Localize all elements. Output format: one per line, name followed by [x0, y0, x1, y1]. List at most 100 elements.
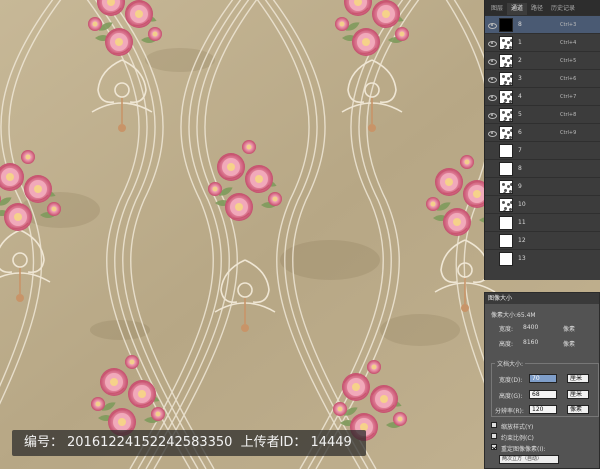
channel-name: 6	[518, 129, 522, 136]
channel-thumbnail	[499, 71, 513, 86]
channel-name: 7	[518, 147, 522, 154]
doc-height-unit-select[interactable]: 厘米	[567, 390, 589, 399]
channel-thumbnail	[499, 161, 513, 176]
channel-thumbnail	[499, 251, 513, 266]
resolution-label: 分辨率(R):	[495, 408, 524, 415]
channel-shortcut: Ctrl+9	[560, 129, 577, 136]
visibility-eye-icon[interactable]	[488, 58, 497, 65]
channel-name: 9	[518, 183, 522, 190]
visibility-eye-icon[interactable]	[488, 220, 496, 226]
pixel-dimensions-label: 像素大小:65.4M	[491, 312, 536, 319]
watermark-id-label: 编号：	[24, 435, 64, 450]
channel-row[interactable]: 7	[485, 141, 600, 159]
visibility-eye-icon[interactable]	[488, 94, 497, 101]
channel-name: 8	[518, 21, 522, 28]
channel-row[interactable]: 9	[485, 177, 600, 195]
doc-width-input[interactable]: 70	[529, 374, 557, 383]
constrain-proportions-checkbox[interactable]	[491, 433, 497, 439]
scale-styles-checkbox[interactable]	[491, 422, 497, 428]
channel-thumbnail	[499, 125, 513, 140]
channel-row[interactable]: 6 Ctrl+9	[485, 123, 600, 141]
channel-name: 11	[518, 219, 526, 226]
channels-panel: 图层 通道 路径 历史记录 8 Ctrl+3 1 Ctrl+4 2 Ctrl+5 3 Ctrl…	[484, 0, 600, 280]
channel-row[interactable]: 2 Ctrl+5	[485, 51, 600, 69]
resample-label: 重定图像像素(I):	[501, 446, 546, 453]
channel-row[interactable]: 10	[485, 195, 600, 213]
tab-layers[interactable]: 图层	[487, 3, 507, 15]
resample-method-select[interactable]: 两次立方（自动）	[499, 455, 559, 464]
watermark-uploader-value: 14449	[310, 435, 352, 450]
channel-row[interactable]: 8	[485, 159, 600, 177]
channel-shortcut: Ctrl+6	[560, 75, 577, 82]
channel-thumbnail	[499, 215, 513, 230]
channel-name: 4	[518, 93, 522, 100]
channel-shortcut: Ctrl+5	[560, 57, 577, 64]
visibility-eye-icon[interactable]	[488, 112, 497, 119]
channel-row[interactable]: 11	[485, 213, 600, 231]
pixel-height-unit: 像素	[563, 341, 576, 348]
pixel-height-label: 高度:	[499, 341, 514, 348]
pixel-width-label: 宽度:	[499, 326, 514, 333]
channel-row[interactable]: 12	[485, 231, 600, 249]
channel-row[interactable]: 1 Ctrl+4	[485, 33, 600, 51]
visibility-eye-icon[interactable]	[488, 40, 497, 47]
channel-thumbnail	[499, 35, 513, 50]
channel-thumbnail	[499, 107, 513, 122]
doc-width-unit-select[interactable]: 厘米	[567, 374, 589, 383]
channel-row[interactable]: 8 Ctrl+3	[485, 15, 600, 33]
watermark-id-value: 20161224152242583350	[67, 435, 233, 450]
tab-paths[interactable]: 路径	[527, 3, 547, 15]
channel-shortcut: Ctrl+7	[560, 93, 577, 100]
channel-thumbnail	[499, 89, 513, 104]
channel-name: 8	[518, 165, 522, 172]
visibility-eye-icon[interactable]	[488, 22, 497, 29]
channel-name: 5	[518, 111, 522, 118]
visibility-eye-icon[interactable]	[488, 202, 496, 208]
channel-thumbnail	[499, 233, 513, 248]
constrain-proportions-label: 约束比例(C)	[501, 435, 534, 442]
channel-thumbnail	[499, 143, 513, 158]
channel-thumbnail	[499, 17, 513, 32]
channel-name: 2	[518, 57, 522, 64]
visibility-eye-icon[interactable]	[488, 184, 496, 190]
pixel-width-unit: 像素	[563, 326, 576, 333]
visibility-eye-icon[interactable]	[488, 238, 496, 244]
document-size-label: 文档大小:	[495, 359, 526, 368]
channel-row[interactable]: 13	[485, 249, 600, 267]
visibility-eye-icon[interactable]	[488, 130, 497, 137]
pixel-width-value: 8400	[523, 324, 539, 331]
channel-name: 12	[518, 237, 526, 244]
dialog-title: 图像大小	[485, 293, 599, 304]
visibility-eye-icon[interactable]	[488, 76, 497, 83]
tab-channels[interactable]: 通道	[507, 3, 528, 15]
resolution-input[interactable]: 120	[529, 405, 557, 414]
channel-shortcut: Ctrl+4	[560, 39, 577, 46]
tab-history[interactable]: 历史记录	[547, 3, 579, 15]
visibility-eye-icon[interactable]	[488, 148, 496, 154]
channels-panel-tabs: 图层 通道 路径 历史记录	[485, 0, 600, 15]
channel-name: 3	[518, 75, 522, 82]
scale-styles-label: 缩放样式(Y)	[501, 424, 534, 431]
channel-row[interactable]: 5 Ctrl+8	[485, 105, 600, 123]
doc-height-label: 高度(G):	[499, 393, 523, 400]
watermark-bar: 编号： 20161224152242583350 上传者ID： 14449	[12, 430, 366, 456]
channel-name: 10	[518, 201, 526, 208]
resolution-unit-select[interactable]: 像素	[567, 405, 589, 414]
channel-name: 1	[518, 39, 522, 46]
watermark-uploader-label: 上传者ID：	[240, 435, 307, 450]
channel-row[interactable]: 4 Ctrl+7	[485, 87, 600, 105]
channel-shortcut: Ctrl+3	[560, 21, 577, 28]
channel-name: 13	[518, 255, 526, 262]
channel-shortcut: Ctrl+8	[560, 111, 577, 118]
resample-checkbox[interactable]	[491, 444, 497, 450]
doc-height-input[interactable]: 68	[529, 390, 557, 399]
visibility-eye-icon[interactable]	[488, 166, 496, 172]
doc-width-label: 宽度(D):	[499, 377, 523, 384]
visibility-eye-icon[interactable]	[488, 256, 496, 262]
channel-thumbnail	[499, 53, 513, 68]
channel-thumbnail	[499, 197, 513, 212]
pixel-height-value: 8160	[523, 339, 539, 346]
channel-row[interactable]: 3 Ctrl+6	[485, 69, 600, 87]
image-size-dialog: 图像大小 像素大小:65.4M 宽度: 8400 像素 高度: 8160 像素 …	[484, 292, 600, 469]
channel-thumbnail	[499, 179, 513, 194]
